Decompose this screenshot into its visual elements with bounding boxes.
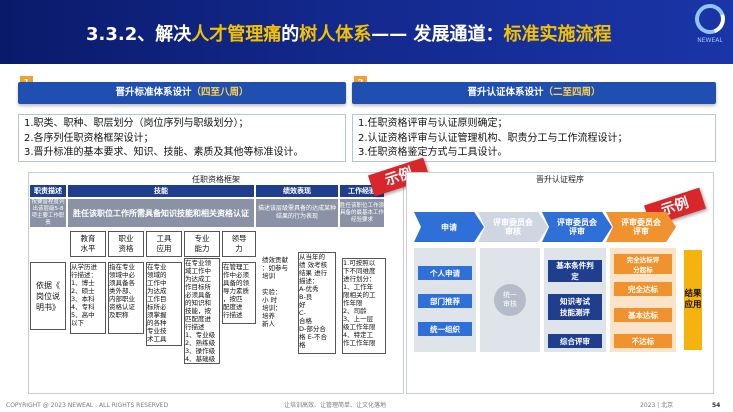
framework-title: 任职资格框架 — [192, 175, 240, 184]
result-full: 完全达标 — [614, 282, 672, 296]
result-application: 结果 应用 — [684, 250, 702, 350]
company-logo: NEWEAL — [690, 0, 730, 48]
list-item: 1.职类、职种、职层划分（岗位序列与职级划分）； — [24, 118, 249, 129]
cell-leadership: 在管理工 作中必须 具备的领 导力素质 ，按匹 配度进 行描述 — [222, 262, 256, 324]
step-committee-review: 评审委员会 评审 — [542, 212, 612, 242]
title-part: 的 — [281, 24, 300, 45]
list-item: 1.任职资格评审与认证原则确定； — [358, 118, 508, 129]
comprehensive-review-item: 综合评审 — [548, 334, 602, 348]
basic-condition-item: 基本条件判 定 — [548, 260, 602, 282]
panel2-header: 晋升认证体系设计（二至四周） — [352, 82, 716, 104]
title-highlight: 人才管理痛 — [191, 24, 282, 45]
panel1-header-sub: （四至八周） — [191, 87, 249, 98]
unified-audit-circle: 统一 审核 — [494, 284, 526, 316]
unified-organize-item: 统一组织 — [418, 322, 472, 336]
step-committee-result: 评审委员会 评审 — [606, 212, 676, 242]
footer-copyright: COPYRIGHT @ 2023 NEWEAL . ALL RIGHTS RES… — [6, 402, 169, 409]
result-basic: 基本达标 — [614, 308, 672, 322]
panel1-header: 晋升标准体系设计（四至八周） — [18, 82, 346, 104]
header-skill: 技能 — [68, 185, 254, 197]
panel2-header-sub: （二至四周） — [543, 87, 601, 98]
cell-qualification: 指在专业 领域中必 须具备各 类外部、 内部职业 资格认证 及职称 — [108, 262, 144, 334]
cell-professional: 在专业领 域工作中 为达成工 作目标所 必须具备 的知识和 技能，按 匹配度进 … — [184, 258, 220, 364]
logo-text: NEWEAL — [697, 37, 723, 44]
panel1-list: 1.职类、职种、职层划分（岗位序列与职级划分）； 2.各序列任职资格框架设计； … — [24, 117, 304, 161]
header-performance: 绩效表现 — [256, 185, 338, 197]
step-committee-audit: 评审委员会 审核 — [478, 212, 548, 242]
desc-job: 按要晋程度列出该层级5-8项主要工作职责 — [30, 199, 66, 227]
logo-swirl-icon — [690, 0, 730, 39]
cell-work-experience: 1.可按照以 下不同维度 进行划分： 1、工作年 限相关的工 作年限 2、司龄 … — [342, 258, 386, 354]
panel2-list: 1.任职资格评审与认证原则确定； 2.认证资格评审与认证管理机构、职责分工与工作… — [358, 117, 628, 161]
header-job-desc: 职责描述 — [30, 185, 66, 197]
desc-skill: 胜任该职位工作所需具备知识技能和相关资格认证 — [68, 199, 254, 227]
col-qualification: 职业 资格 — [108, 231, 144, 257]
panel1-header-label: 晋升标准体系设计 — [115, 87, 192, 98]
basis-job-description: 依据《 岗位说 明书》 — [30, 262, 66, 330]
cell-education: 从学历进 行描述： 1、博士 2、硕士 3、本科 4、专科 5、高中 以下 — [70, 262, 106, 334]
cell-performance-contribution: 绩效贡献 ：如参与 培训 实验： 小 时 培训： 培养 新人 — [262, 256, 288, 328]
page-title: 3.3.2、解决人才管理痛的树人体系—— 发展通道：标准实施流程 — [86, 20, 612, 46]
col-education: 教育 水平 — [70, 231, 106, 257]
page-number: 54 — [712, 402, 721, 409]
knowledge-skill-test-item: 知识考试 技能测评 — [548, 294, 602, 320]
title-highlight: 标准实施流程 — [503, 24, 612, 45]
cell-performance-rating: 从当年的 绩 效考核 结果 进行 描述： A-优秀 B-良 好 C- 合格 D-… — [298, 252, 336, 354]
personal-apply-item: 个人申请 — [418, 266, 472, 280]
header-bar: 3.3.2、解决人才管理痛的树人体系—— 发展通道：标准实施流程 NEWEAL — [0, 0, 733, 64]
col-professional: 专业 能力 — [184, 231, 220, 257]
department-recommend-item: 部门推荐 — [418, 294, 472, 308]
title-part: 3.3.2、解决 — [86, 24, 192, 45]
result-exceed: 完全达标评 分超标 — [614, 254, 672, 274]
procedure-title: 晋升认证程序 — [536, 175, 584, 184]
list-item: 3.晋升标准的基本要求、知识、技能、素质及其他等标准设计。 — [24, 147, 304, 158]
desc-work: 胜任该职位工作须具备的最基本工作经验要求 — [340, 199, 384, 227]
panel2-header-label: 晋升认证体系设计 — [467, 87, 544, 98]
cell-tools: 在专业 领域的 工作中 为达成 工作目 标所必 须掌握 的各种 专业技 术工具 — [146, 262, 182, 346]
result-fail: 不达标 — [614, 334, 672, 348]
list-item: 3.任职资格鉴定方式与工具设计。 — [358, 147, 508, 158]
footer-slogan: 让培训高效、让管理简单、让文化落地 — [284, 402, 387, 409]
title-part: —— 发展通道： — [371, 24, 504, 45]
list-item: 2.各序列任职资格框架设计； — [24, 132, 154, 144]
col-tools: 工具 应用 — [146, 231, 182, 257]
col-leadership: 领导 力 — [222, 231, 256, 257]
title-highlight: 树人体系 — [299, 24, 372, 45]
desc-performance: 描述该层级需具备的达成某种结果的行为表现 — [256, 199, 338, 227]
footer-place: 2023 | 北京 — [640, 402, 674, 409]
list-item: 2.认证资格评审与认证管理机构、职责分工与工作流程设计； — [358, 132, 628, 144]
step-apply: 申请 — [414, 212, 484, 242]
